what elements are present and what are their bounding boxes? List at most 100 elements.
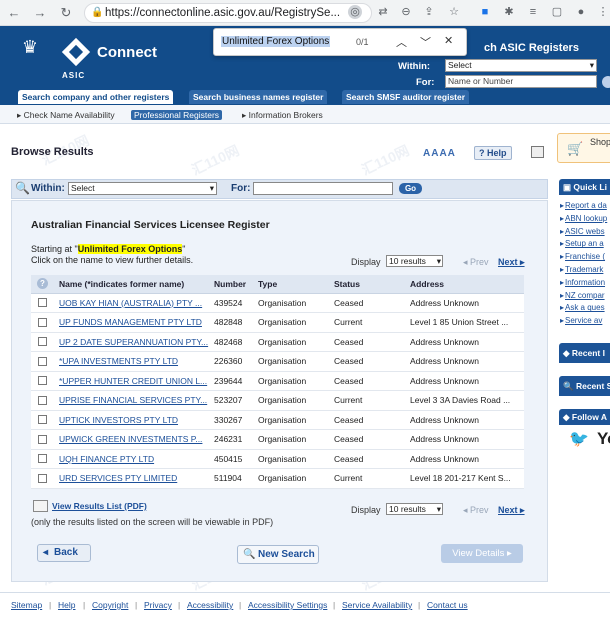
footer-link[interactable]: Help — [58, 600, 75, 610]
subnav-check-name[interactable]: ▸ Check Name Availability — [17, 110, 115, 121]
tab-search-business-names[interactable]: Search business names register — [189, 90, 328, 104]
puzzle-icon[interactable]: ✱ — [502, 5, 516, 19]
licensee-name-link[interactable]: UP 2 DATE SUPERANNUATION PTY... — [59, 337, 208, 347]
profile-icon[interactable]: ● — [574, 5, 588, 19]
licensee-name-link[interactable]: UOB KAY HIAN (AUSTRALIA) PTY ... — [59, 298, 202, 308]
footer-separator: | — [418, 600, 421, 610]
quick-link[interactable]: Trademark — [565, 265, 603, 274]
text-size-control[interactable]: AAAA — [423, 148, 456, 159]
bookmark-star-icon[interactable]: ☆ — [447, 5, 461, 19]
row-checkbox[interactable] — [38, 337, 47, 347]
youtube-label[interactable]: Yo — [597, 429, 610, 449]
footer-link[interactable]: Service Availability — [342, 600, 412, 610]
quick-link[interactable]: Report a da — [565, 201, 607, 210]
extension-icon[interactable]: ■ — [478, 5, 492, 19]
footer-link[interactable]: Accessibility — [187, 600, 233, 610]
question-icon[interactable]: ? — [37, 278, 48, 290]
go-button[interactable]: Go — [399, 183, 422, 194]
next-link-bottom[interactable]: Next ▸ — [498, 505, 525, 516]
address-bar[interactable]: 🔒 https://connectonline.asic.gov.au/Regi… — [84, 3, 372, 23]
lens-icon[interactable]: ◎ — [348, 5, 362, 19]
quick-link[interactable]: Service av — [565, 316, 602, 325]
forward-arrow-icon[interactable]: → — [32, 5, 48, 20]
quick-link[interactable]: Ask a ques — [565, 303, 605, 312]
find-next-icon[interactable]: ﹀ — [420, 34, 431, 50]
row-checkbox[interactable] — [38, 298, 47, 308]
row-checkbox[interactable] — [38, 454, 47, 464]
row-checkbox[interactable] — [38, 434, 47, 444]
header-for-input[interactable]: Name or Number — [445, 75, 597, 88]
prev-link-bottom[interactable]: ◂ Prev — [463, 505, 489, 516]
quick-link[interactable]: ABN lookup — [565, 214, 607, 223]
row-checkbox[interactable] — [38, 415, 47, 425]
row-checkbox[interactable] — [38, 395, 47, 405]
within-select[interactable]: Select ▾ — [68, 182, 217, 195]
table-row[interactable]: *UPPER HUNTER CREDIT UNION L... 239644 Org… — [31, 371, 524, 391]
help-button[interactable]: ? Help — [474, 146, 512, 160]
row-checkbox[interactable] — [38, 376, 47, 386]
footer-link[interactable]: Sitemap — [11, 600, 42, 610]
find-previous-icon[interactable]: ︿ — [396, 34, 407, 50]
table-row[interactable]: URD SERVICES PTY LIMITED 511904 Organisati… — [31, 468, 524, 489]
licensee-name-link[interactable]: URD SERVICES PTY LIMITED — [59, 473, 177, 483]
menu-icon[interactable]: ⋮ — [596, 5, 610, 19]
table-row[interactable]: UPWICK GREEN INVESTMENTS P... 246231 Organ… — [31, 429, 524, 450]
reading-list-icon[interactable]: ≡ — [526, 5, 540, 19]
cell-type: Organisation — [254, 351, 330, 372]
quick-link[interactable]: Setup an a — [565, 239, 604, 248]
table-row[interactable]: UPTICK INVESTORS PTY LTD 330267 Organisati… — [31, 410, 524, 430]
footer-link[interactable]: Accessibility Settings — [248, 600, 327, 610]
back-button[interactable]: ◂ Back — [37, 544, 91, 562]
share-icon[interactable]: ⇪ — [422, 5, 436, 19]
display-select[interactable]: 10 results ▾ — [386, 255, 443, 267]
header-within-select[interactable]: Select ▾ — [445, 59, 597, 72]
for-label: For: — [231, 183, 251, 194]
quick-link[interactable]: ASIC webs — [565, 227, 605, 236]
subnav-professional-registers[interactable]: Professional Registers — [131, 110, 223, 120]
licensee-name-link[interactable]: *UPPER HUNTER CREDIT UNION L... — [59, 376, 207, 386]
pdf-icon[interactable] — [33, 500, 48, 512]
print-icon[interactable] — [531, 146, 544, 158]
row-checkbox[interactable] — [38, 473, 47, 483]
next-link[interactable]: Next ▸ — [498, 257, 525, 268]
tab-search-smsf[interactable]: Search SMSF auditor register — [342, 90, 470, 104]
view-details-button[interactable]: View Details ▸ — [441, 544, 523, 563]
quick-link[interactable]: Information — [565, 278, 605, 287]
licensee-name-link[interactable]: UP FUNDS MANAGEMENT PTY LTD — [59, 317, 202, 327]
header-search-button[interactable] — [602, 76, 610, 88]
zoom-icon[interactable]: ⊖ — [399, 5, 413, 19]
back-arrow-icon[interactable]: ← — [6, 5, 22, 20]
table-row[interactable]: UP 2 DATE SUPERANNUATION PTY... 482468 Org… — [31, 332, 524, 352]
view-results-pdf-link[interactable]: View Results List (PDF) — [52, 501, 147, 511]
table-row[interactable]: UP FUNDS MANAGEMENT PTY LTD 482848 Organis… — [31, 312, 524, 333]
footer-link[interactable]: Copyright — [92, 600, 128, 610]
table-row[interactable]: UPRISE FINANCIAL SERVICES PTY... 523207 Or… — [31, 390, 524, 411]
row-checkbox[interactable] — [38, 356, 47, 366]
licensee-name-link[interactable]: UPWICK GREEN INVESTMENTS P... — [59, 434, 202, 444]
table-row[interactable]: UQH FINANCE PTY LTD 450415 Organisation Cea… — [31, 449, 524, 469]
find-close-icon[interactable]: ✕ — [444, 34, 453, 47]
twitter-bird-icon[interactable]: 🐦 — [569, 429, 591, 448]
for-input[interactable] — [253, 182, 393, 195]
licensee-name-link[interactable]: *UPA INVESTMENTS PTY LTD — [59, 356, 178, 366]
new-search-button[interactable]: 🔍 New Search — [237, 545, 319, 564]
quick-link[interactable]: Franchise ( — [565, 252, 605, 261]
translate-icon[interactable]: ⇄ — [376, 5, 390, 19]
tab-search-company[interactable]: Search company and other registers — [18, 90, 174, 104]
quick-link[interactable]: NZ compar — [565, 291, 605, 300]
licensee-name-link[interactable]: UPRISE FINANCIAL SERVICES PTY... — [59, 395, 207, 405]
display-select-bottom[interactable]: 10 results ▾ — [386, 503, 443, 515]
footer-link[interactable]: Privacy — [144, 600, 172, 610]
prev-link[interactable]: ◂ Prev — [463, 257, 489, 268]
side-panel-icon[interactable]: ▢ — [550, 5, 564, 19]
table-row[interactable]: *UPA INVESTMENTS PTY LTD 226360 Organisati… — [31, 351, 524, 372]
reload-icon[interactable]: ↻ — [58, 5, 74, 21]
subnav-information-brokers[interactable]: ▸ Information Brokers — [242, 110, 323, 121]
licensee-name-link[interactable]: UPTICK INVESTORS PTY LTD — [59, 415, 178, 425]
find-input[interactable]: Unlimited Forex Options — [221, 36, 331, 47]
footer-link[interactable]: Contact us — [427, 600, 468, 610]
licensee-name-link[interactable]: UQH FINANCE PTY LTD — [59, 454, 154, 464]
table-row[interactable]: UOB KAY HIAN (AUSTRALIA) PTY ... 439524 Or… — [31, 293, 524, 313]
chevron-left-icon: ◂ — [43, 547, 49, 558]
row-checkbox[interactable] — [38, 317, 47, 327]
